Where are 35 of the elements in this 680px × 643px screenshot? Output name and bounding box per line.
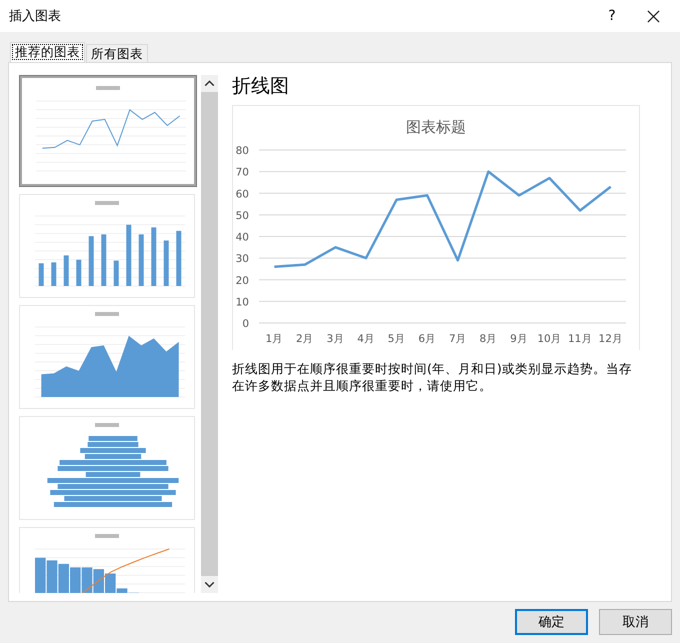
axis-tick-label: 1月 [265,333,284,345]
axis-tick-label: 6月 [418,333,436,345]
axis-tick-label: 60 [236,188,249,200]
axis-tick-label: 70 [236,166,249,179]
close-icon[interactable] [647,10,660,22]
chart-description: 折线图用于在顺序很重要时按时间(年、月和日)或类别显示趋势。当存在许多数据点并且顺序很重要时，请使用它。 [232,360,633,394]
axis-tick-label: 10月 [537,333,562,345]
axis-tick-label: 12月 [598,333,623,345]
axis-tick-label: 11月 [568,333,592,345]
axis-tick-label: 50 [236,210,249,222]
axis-tick-label: 80 [236,145,249,157]
axis-tick-label: 4月 [357,333,375,345]
ok-button[interactable]: 确定 [515,609,588,635]
chart-thumbnail[interactable] [19,75,197,187]
cancel-button[interactable]: 取消 [599,609,672,635]
axis-tick-label: 20 [236,274,249,287]
tab[interactable]: 推荐的图表 [10,42,85,62]
axis-tick-label: 0 [242,318,249,330]
chart-type-heading: 折线图 [232,74,290,99]
axis-tick-label: 30 [236,253,249,266]
window-title: 插入图表 [9,8,62,25]
axis-tick-label: 7月 [448,333,467,345]
chart-title: 图表标题 [406,118,466,136]
axis-tick-label: 3月 [326,333,344,345]
tab[interactable]: 所有图表 [86,44,148,62]
help-button[interactable]: ? [597,8,627,24]
scroll-down-icon[interactable] [201,576,218,593]
scroll-up-icon[interactable] [201,75,218,92]
scrollbar[interactable] [201,75,218,593]
axis-tick-label: 40 [236,232,249,244]
axis-tick-label: 8月 [480,333,498,345]
axis-tick-label: 5月 [388,333,406,345]
axis-tick-label: 10 [236,296,249,308]
axis-tick-label: 9月 [510,333,528,345]
axis-tick-label: 2月 [296,333,314,345]
